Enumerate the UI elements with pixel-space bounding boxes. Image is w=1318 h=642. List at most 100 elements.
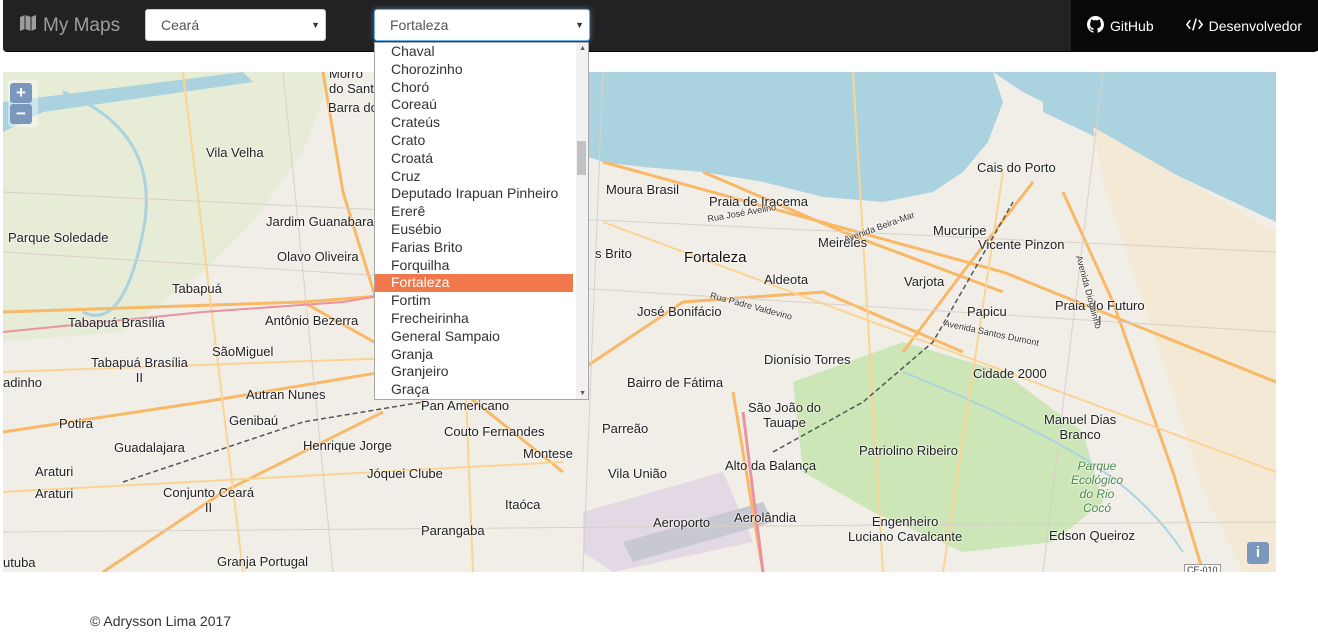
city-option[interactable]: Croatá xyxy=(375,150,573,168)
city-options: Chaval Chorozinho Choró Coreaú Crateús Crato C… xyxy=(375,43,588,399)
map-label-tuba: utuba xyxy=(3,555,36,570)
map-label-moura: Moura Brasil xyxy=(606,182,679,197)
chevron-down-icon: ▼ xyxy=(311,20,320,30)
scrollbar-thumb[interactable] xyxy=(577,141,586,175)
city-option[interactable]: Cruz xyxy=(375,168,573,186)
map-label-aeroporto: Aeroporto xyxy=(653,515,711,530)
map-label-parangaba: Parangaba xyxy=(421,523,485,538)
map-label-henrique: Henrique Jorge xyxy=(303,438,392,453)
map-label-bairro: Bairro de Fátima xyxy=(627,375,724,390)
city-option[interactable]: Fortaleza xyxy=(375,274,573,293)
map-label-olavo: Olavo Oliveira xyxy=(277,249,359,264)
map-label-potira: Potira xyxy=(59,416,93,431)
state-select-value: Ceará xyxy=(161,17,200,33)
city-option[interactable]: Graça xyxy=(375,381,573,399)
map-icon xyxy=(19,14,37,38)
scroll-up-icon[interactable]: ▲ xyxy=(579,45,586,52)
map-label-sbrito: s Brito xyxy=(595,246,632,261)
map-label-dionisio: Dionísio Torres xyxy=(764,352,851,367)
top-navbar: My Maps Ceará ▼ Fortaleza ▼ GitHub Desen… xyxy=(3,0,1318,52)
map-label-engenheiro: Engenheiro Luciano Cavalcante xyxy=(848,514,963,544)
nav-right: GitHub Desenvolvedor xyxy=(1071,0,1318,51)
developer-label: Desenvolvedor xyxy=(1208,17,1302,34)
map-label-panamericano: Pan Americano xyxy=(421,398,510,413)
map-label-araturi-2: Araturi xyxy=(35,486,74,501)
map-label-guadalajara: Guadalajara xyxy=(114,440,185,455)
map-label-autran: Autran Nunes xyxy=(246,387,326,402)
map-label-adinho: adinho xyxy=(3,375,43,390)
map-label-couto: Couto Fernandes xyxy=(444,424,545,439)
zoom-control: + − xyxy=(8,80,38,127)
github-icon xyxy=(1087,15,1105,36)
map-label-mucuripe: Mucuripe xyxy=(933,223,987,238)
city-option[interactable]: Granjeiro xyxy=(375,363,573,381)
map-label-parque-coco: Parque Ecológico do Rio Cocó xyxy=(1071,459,1124,515)
dropdown-scrollbar[interactable]: ▲ ▼ xyxy=(576,43,588,399)
city-select[interactable]: Fortaleza ▼ xyxy=(374,9,590,41)
map-label-conjunto: Conjunto Ceará II xyxy=(163,485,255,515)
map-label-patriolino: Patriolino Ribeiro xyxy=(859,443,958,458)
city-option[interactable]: Choró xyxy=(375,79,573,97)
city-option[interactable]: Crateús xyxy=(375,114,573,132)
brand-title: My Maps xyxy=(43,15,121,36)
map[interactable]: Morro do Santiago Barra do Vila Velha Ja… xyxy=(3,72,1276,572)
developer-link[interactable]: Desenvolvedor xyxy=(1170,0,1318,51)
city-option[interactable]: Granja xyxy=(375,346,573,364)
scroll-down-icon[interactable]: ▼ xyxy=(579,390,586,397)
chevron-down-icon: ▼ xyxy=(575,20,584,30)
map-label-jose: José Bonifácio xyxy=(637,304,722,319)
map-label-vila-uniao: Vila União xyxy=(608,466,668,481)
map-label-joquei: Jóquei Clube xyxy=(367,466,443,481)
map-label-cidade2000: Cidade 2000 xyxy=(973,366,1047,381)
city-option[interactable]: Eusébio xyxy=(375,221,573,239)
map-label-montese: Montese xyxy=(523,446,573,461)
map-label-fortaleza: Fortaleza xyxy=(684,249,747,266)
map-label-barra: Barra do xyxy=(328,100,378,115)
city-select-value: Fortaleza xyxy=(390,17,449,33)
github-link[interactable]: GitHub xyxy=(1071,0,1170,51)
map-label-varjota: Varjota xyxy=(904,274,945,289)
city-option[interactable]: Frecheirinha xyxy=(375,310,573,328)
map-label-antonio: Antônio Bezerra xyxy=(265,313,359,328)
map-label-papicu: Papicu xyxy=(967,304,1007,319)
map-label-parque-soledade: Parque Soledade xyxy=(8,230,109,245)
map-label-tabapua-brasilia-ii: Tabapuá Brasília II xyxy=(91,355,188,385)
map-label-cais: Cais do Porto xyxy=(977,160,1056,175)
map-label-aldeota: Aldeota xyxy=(764,272,809,287)
city-option[interactable]: Forquilha xyxy=(375,257,573,275)
zoom-in-button[interactable]: + xyxy=(10,83,32,103)
city-option[interactable]: Ererê xyxy=(375,203,573,221)
city-option[interactable]: Fortim xyxy=(375,292,573,310)
map-label-saomiguel: SãoMiguel xyxy=(212,344,274,359)
map-label-saojoao: São João do Tauape xyxy=(748,400,822,430)
city-option[interactable]: Crato xyxy=(375,132,573,150)
map-label-jardim: Jardim Guanabara xyxy=(266,214,374,229)
map-label-tabapua-brasilia: Tabapuá Brasília xyxy=(68,315,165,330)
map-label-vicente: Vicente Pinzon xyxy=(978,237,1065,252)
map-label-genibau: Genibaú xyxy=(229,413,279,428)
map-label-itaoca: Itaóca xyxy=(505,497,541,512)
footer-text: © Adrysson Lima 2017 xyxy=(90,613,232,629)
map-label-edson: Edson Queiroz xyxy=(1049,528,1135,543)
city-option[interactable]: Chorozinho xyxy=(375,61,573,79)
state-select[interactable]: Ceará ▼ xyxy=(145,9,326,41)
map-label-granja: Granja Portugal xyxy=(217,554,309,569)
map-label-tabapua: Tabapuá xyxy=(172,281,222,296)
city-option[interactable]: Coreaú xyxy=(375,96,573,114)
map-label-aerolandia: Aerolândia xyxy=(734,510,797,525)
info-button[interactable]: i xyxy=(1247,542,1269,564)
zoom-out-button[interactable]: − xyxy=(10,104,32,124)
city-dropdown-list[interactable]: Chaval Chorozinho Choró Coreaú Crateús Crato C… xyxy=(374,42,589,400)
city-option[interactable]: Deputado Irapuan Pinheiro xyxy=(375,185,573,203)
map-label-manuel: Manuel Dias Branco xyxy=(1044,412,1117,442)
brand[interactable]: My Maps xyxy=(19,14,120,38)
map-label-parreao: Parreão xyxy=(602,421,649,436)
code-icon xyxy=(1185,16,1203,36)
github-label: GitHub xyxy=(1110,17,1154,34)
city-option[interactable]: Chaval xyxy=(375,43,573,61)
city-option[interactable]: Farias Brito xyxy=(375,239,573,257)
city-option[interactable]: General Sampaio xyxy=(375,328,573,346)
map-label-alto: Alto da Balança xyxy=(725,458,817,473)
map-label-ce010: CE-010 xyxy=(1184,564,1221,572)
map-label-araturi-1: Araturi xyxy=(35,464,74,479)
